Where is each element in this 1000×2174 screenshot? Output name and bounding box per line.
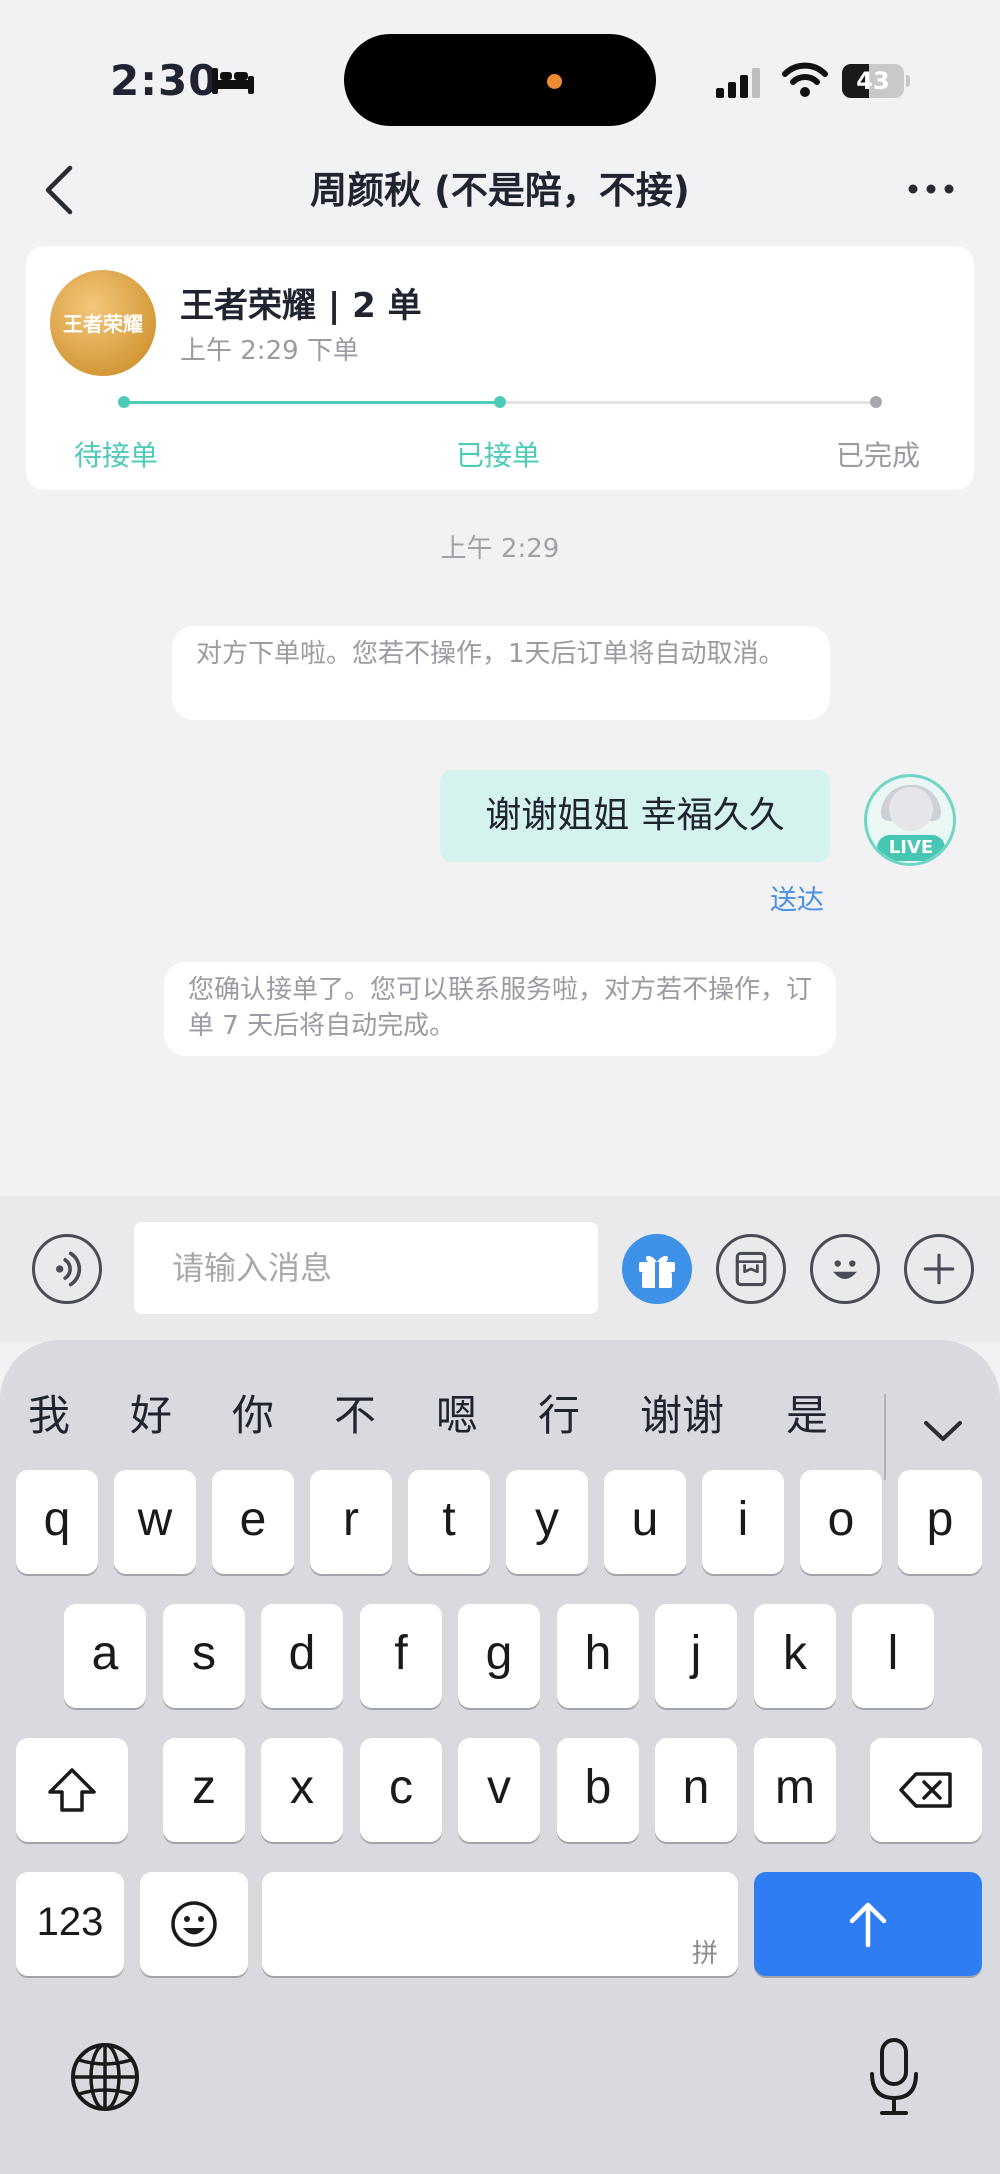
order-card[interactable]: 王者荣耀 王者荣耀 | 2 单 上午 2:29 下单 待接单 已接单 已完成 [26,246,974,490]
step-dot-pending [118,396,130,408]
more-dots-icon[interactable] [906,174,956,204]
chat-title: 周颜秋 (不是陪，不接) [310,169,690,212]
message-input[interactable] [134,1222,598,1314]
key-s[interactable]: s [163,1604,245,1708]
emoji-icon [171,1901,217,1947]
key-n[interactable]: n [655,1738,737,1842]
candidate-bar: 我 好 你 不 嗯 行 谢谢 是 [0,1370,1000,1480]
album-icon [735,1251,767,1287]
battery-body: 43 [842,64,904,98]
key-f[interactable]: f [360,1604,442,1708]
shift-icon [48,1768,96,1812]
battery-level: 43 [856,67,890,95]
key-l[interactable]: l [852,1604,934,1708]
pinyin-hint: 拼 [691,1938,718,1968]
live-badge: LIVE [877,835,945,861]
battery-indicator: 43 [842,64,910,98]
plus-button[interactable] [904,1234,974,1304]
candidate-word[interactable]: 不 [334,1382,376,1443]
emoji-icon [833,1260,857,1280]
message-input-bar [0,1196,1000,1342]
chevron-left-icon[interactable] [40,162,80,218]
key-o[interactable]: o [800,1470,882,1574]
chat-header: 周颜秋 (不是陪，不接) [0,150,1000,230]
space-key[interactable]: 拼 [262,1872,738,1976]
key-i[interactable]: i [702,1470,784,1574]
album-button[interactable] [716,1234,786,1304]
candidate-word[interactable]: 谢谢 [640,1382,724,1443]
step-dot-accepted [494,396,506,408]
key-w[interactable]: w [114,1470,196,1574]
key-y[interactable]: y [506,1470,588,1574]
key-g[interactable]: g [458,1604,540,1708]
arrow-up-icon [849,1902,887,1948]
wifi-icon [782,62,828,97]
shift-key[interactable] [16,1738,128,1842]
microphone-icon[interactable] [866,2036,922,2118]
key-r[interactable]: r [310,1470,392,1574]
dynamic-island [344,34,656,126]
send-key[interactable] [754,1872,982,1976]
key-h[interactable]: h [557,1604,639,1708]
order-title: 王者荣耀 | 2 单 [180,286,422,326]
sent-message-bubble[interactable]: 谢谢姐姐 幸福久久 [440,770,830,862]
delete-key[interactable] [870,1738,982,1842]
key-x[interactable]: x [261,1738,343,1842]
globe-icon[interactable] [68,2040,142,2114]
avatar-face [889,787,933,831]
key-v[interactable]: v [458,1738,540,1842]
key-u[interactable]: u [604,1470,686,1574]
system-message: 您确认接单了。您可以联系服务啦，对方若不操作，订单 7 天后将自动完成。 [164,962,836,1056]
system-message: 对方下单啦。您若不操作，1天后订单将自动取消。 [172,626,830,720]
key-a[interactable]: a [64,1604,146,1708]
emoji-key[interactable] [140,1872,248,1976]
step-dot-completed [870,396,882,408]
status-bar: 2:30 43 [0,0,1000,150]
game-logo-text: 王者荣耀 [63,312,143,336]
bed-icon [212,68,254,94]
keyboard: 我 好 你 不 嗯 行 谢谢 是 q w e r t y u i o p a s… [0,1340,1000,2174]
recording-indicator [547,74,562,89]
plus-icon [923,1253,955,1285]
order-progress-fill [122,401,500,404]
chat-timestamp: 上午 2:29 [440,534,560,564]
gift-icon [639,1255,675,1288]
key-t[interactable]: t [408,1470,490,1574]
avatar[interactable]: LIVE [864,774,956,866]
battery-cap [906,75,910,87]
gift-button[interactable] [622,1234,692,1304]
key-z[interactable]: z [163,1738,245,1842]
cellular-signal-icon [716,68,760,98]
game-logo: 王者荣耀 [50,270,156,376]
candidate-word[interactable]: 是 [786,1382,828,1443]
key-m[interactable]: m [754,1738,836,1842]
key-k[interactable]: k [754,1604,836,1708]
key-e[interactable]: e [212,1470,294,1574]
chevron-down-icon[interactable] [920,1416,966,1446]
backspace-icon [899,1772,952,1808]
candidate-word[interactable]: 你 [232,1382,274,1443]
key-b[interactable]: b [557,1738,639,1842]
step-label-completed: 已完成 [836,439,921,472]
candidate-divider [884,1394,886,1480]
voice-button[interactable] [32,1234,102,1304]
status-time: 2:30 [110,56,219,105]
step-label-accepted: 已接单 [456,439,541,472]
step-label-pending: 待接单 [74,439,159,472]
candidate-word[interactable]: 嗯 [436,1382,478,1443]
candidate-word[interactable]: 行 [538,1382,580,1443]
delivery-status: 送达 [770,885,824,916]
emoji-button[interactable] [810,1234,880,1304]
candidate-word[interactable]: 我 [28,1382,70,1443]
key-d[interactable]: d [261,1604,343,1708]
key-p[interactable]: p [898,1470,982,1574]
key-c[interactable]: c [360,1738,442,1842]
voice-icon [56,1251,82,1287]
key-j[interactable]: j [655,1604,737,1708]
numbers-key[interactable]: 123 [16,1872,124,1976]
order-time: 上午 2:29 下单 [180,336,359,366]
candidate-word[interactable]: 好 [130,1382,172,1443]
key-q[interactable]: q [16,1470,98,1574]
